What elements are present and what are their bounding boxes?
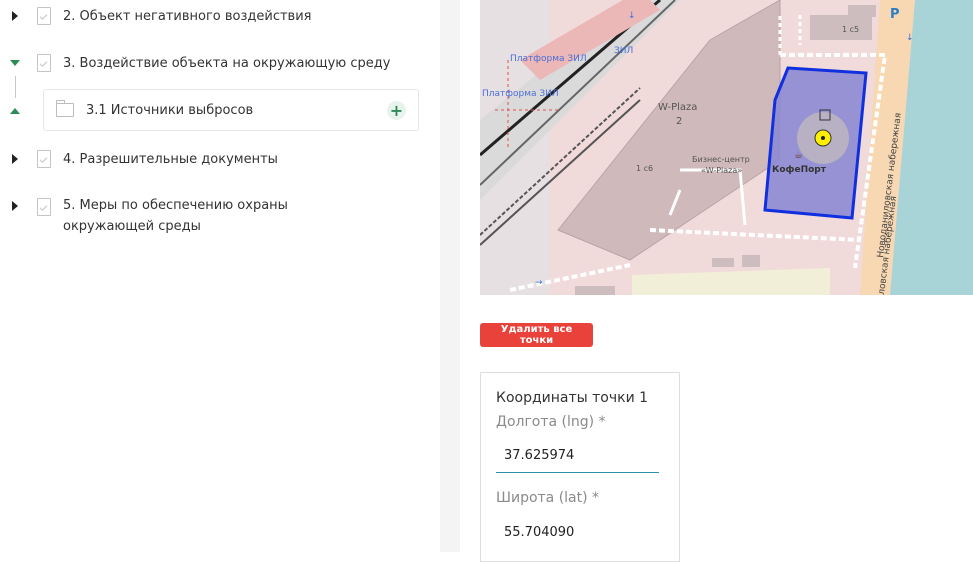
chevron-right-icon [12,201,18,211]
parking-icon: P [890,7,900,22]
tree-item-label: 2. Объект негативного воздействия [63,8,312,24]
tree-item-label: 3.1 Источники выбросов [86,102,254,118]
collapse-up-toggle[interactable] [0,99,30,123]
building-small [848,5,876,17]
tree-panel: 2. Объект негативного воздействия 3. Воз… [0,0,440,552]
lat-label: Широта (lat) * [496,490,600,506]
building-small [742,255,760,267]
label-wplaza: W-Plaza [658,102,697,113]
expand-toggle[interactable] [0,149,30,169]
coordinates-title: Координаты точки 1 [496,390,649,406]
add-item-button[interactable]: + [387,101,406,120]
tree-item-label: 4. Разрешительные документы [63,151,278,167]
label-wplaza-num: 2 [676,116,682,127]
building-1c5 [810,15,872,40]
document-icon [37,54,51,72]
lat-input[interactable] [496,515,659,549]
tree-connector [15,76,16,98]
building-small [712,258,734,267]
label-business-center: Бизнес-центр [692,155,750,164]
tree-item-label: 3. Воздействие объекта на окружающую сре… [63,55,391,71]
expand-toggle[interactable] [0,6,30,26]
label-1c6: 1 с6 [636,164,653,173]
cafe-icon: ☕ [794,150,803,161]
delete-all-points-button[interactable]: Удалить все точки [480,323,593,347]
direction-arrow: ↓ [628,11,636,21]
coordinates-card: Координаты точки 1 Долгота (lng) * Широт… [480,372,680,562]
lng-label: Долгота (lng) * [496,414,606,430]
direction-arrow: ↓ [906,33,914,43]
direction-arrow: → [535,278,543,288]
tree-item-3[interactable]: 3. Воздействие объекта на окружающую сре… [0,51,390,75]
tree-item-5[interactable]: 5. Меры по обеспечению охраны окружающей… [0,195,383,239]
tree-item-2[interactable]: 2. Объект негативного воздействия [0,4,312,28]
tree-item-3-1[interactable]: 3.1 Источники выбросов + [43,89,419,131]
building-small [575,286,615,295]
document-icon [37,150,51,168]
label-platform-zil: Платформа ЗИЛ [510,54,587,64]
label-cafe: КофеПорт [772,165,827,175]
chevron-right-icon [12,11,18,21]
chevron-right-icon [12,154,18,164]
label-business-center-name: «W-Plaza» [701,166,742,175]
collapse-toggle[interactable] [0,53,30,73]
folder-icon [56,100,74,117]
document-icon [37,198,51,216]
chevron-down-icon [10,60,20,66]
panel-divider [440,0,460,552]
map-view[interactable]: ☕ ↓ ↓ → Платформа ЗИЛ ЗИЛ Платформа ЗИЛ … [480,0,973,295]
document-icon [37,7,51,25]
chevron-up-icon [10,108,20,114]
lng-input[interactable] [496,439,659,473]
label-zil: ЗИЛ [614,46,633,56]
tree-item-label: 5. Меры по обеспечению охраны окружающей… [63,198,288,234]
label-platform-zil-2: Платформа ЗИЛ [482,89,559,99]
expand-toggle[interactable] [0,196,30,216]
label-1c5: 1 с5 [842,25,859,34]
tree-item-4[interactable]: 4. Разрешительные документы [0,147,278,171]
